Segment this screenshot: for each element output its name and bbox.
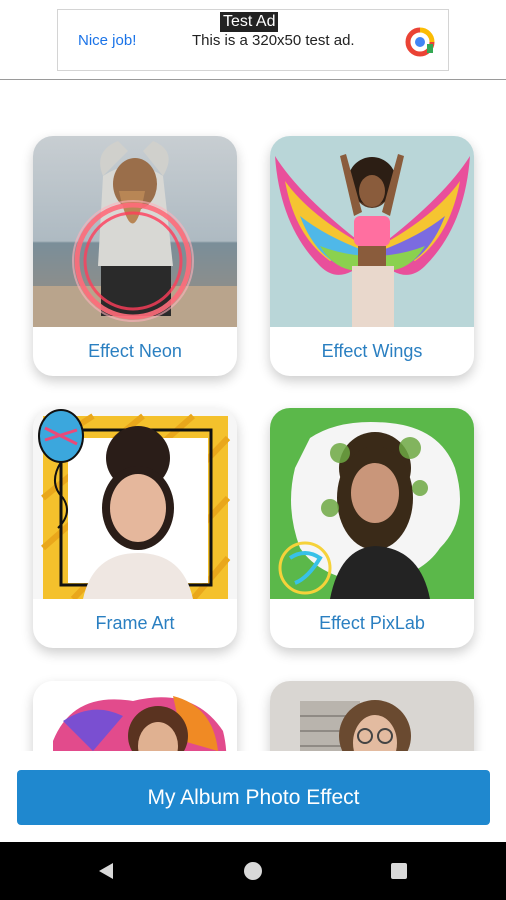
bottom-bar: My Album Photo Effect	[0, 752, 506, 842]
neon-effect-thumbnail	[33, 136, 237, 327]
card-effect-neon[interactable]: Effect Neon	[33, 136, 237, 376]
my-album-button[interactable]: My Album Photo Effect	[17, 770, 490, 825]
ad-label: Test Ad	[220, 12, 279, 32]
home-button[interactable]	[223, 842, 283, 900]
card-effect-wings[interactable]: Effect Wings	[270, 136, 474, 376]
card-label: Effect Wings	[321, 341, 423, 361]
ad-body-text[interactable]: This is a 320x50 test ad.	[192, 32, 355, 49]
back-button[interactable]	[76, 842, 136, 900]
recents-icon	[391, 863, 407, 879]
card-label: Frame Art	[95, 613, 175, 633]
card-splash[interactable]	[33, 681, 237, 751]
card-label: Effect PixLab	[319, 613, 425, 633]
back-icon	[99, 863, 113, 879]
home-icon	[244, 862, 262, 880]
portrait-effect-thumbnail	[270, 681, 474, 751]
card-portrait[interactable]	[270, 681, 474, 751]
system-nav-bar	[0, 842, 506, 900]
pixlab-effect-thumbnail	[270, 408, 474, 599]
recents-button[interactable]	[369, 842, 429, 900]
ad-logo-icon	[405, 27, 435, 57]
ad-banner[interactable]: Test Ad Nice job! This is a 320x50 test …	[0, 0, 506, 80]
effects-grid: Effect Neon Effect Wings Frame Art Effec…	[0, 81, 506, 751]
card-label: Effect Neon	[88, 341, 182, 361]
wings-effect-thumbnail	[270, 136, 474, 327]
frame-art-thumbnail	[33, 408, 237, 599]
splash-effect-thumbnail	[33, 681, 237, 751]
ad-headline[interactable]: Nice job!	[78, 32, 136, 49]
card-effect-pixlab[interactable]: Effect PixLab	[270, 408, 474, 648]
card-frame-art[interactable]: Frame Art	[33, 408, 237, 648]
